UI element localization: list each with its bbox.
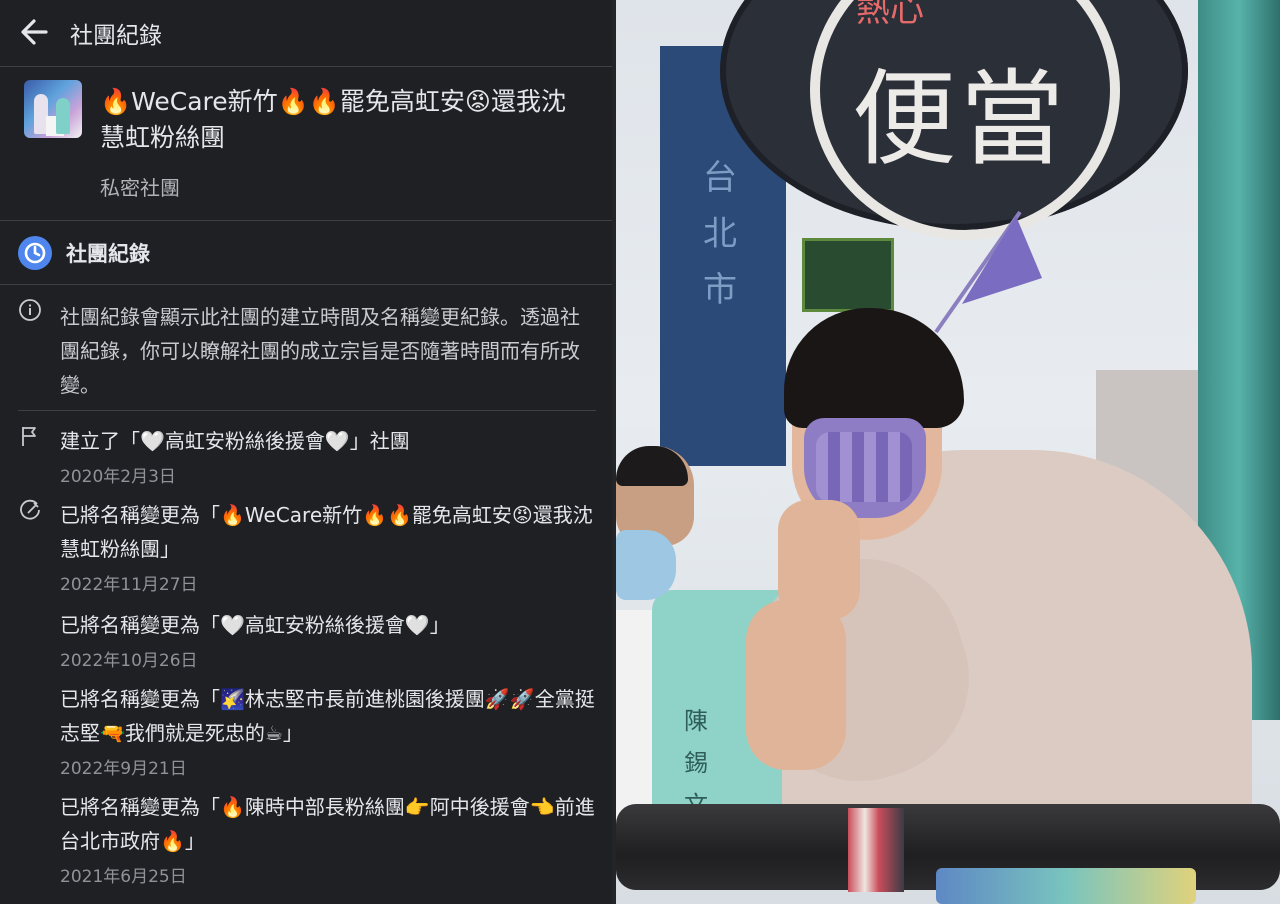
history-entry-date: 2022年9月21日: [60, 759, 187, 779]
woman-hands: [778, 500, 860, 620]
section-header: 社團紀錄: [0, 222, 612, 284]
divider: [0, 284, 612, 285]
section-title: 社團紀錄: [66, 242, 150, 266]
history-entry-date: 2020年2月3日: [60, 467, 176, 487]
back-button[interactable]: [16, 12, 56, 52]
rename-icon: [18, 498, 42, 522]
shop-sign-text: 便當: [852, 58, 1069, 180]
history-entry-text: 建立了「🤍高虹安粉絲後援會🤍」社團: [60, 429, 410, 453]
history-entry-date: 2021年6月25日: [60, 867, 187, 887]
history-entry-text: 已將名稱變更為「🔥陳時中部長粉絲團👉阿中後援會👈前進台北市政府🔥」: [60, 795, 595, 853]
top-bar: 社團紀錄: [0, 0, 612, 66]
street-banner-text: 台北市: [703, 158, 737, 310]
history-entry-text: 已將名稱變更為「🤍高虹安粉絲後援會🤍」: [60, 613, 450, 637]
woman-arm: [746, 600, 846, 770]
history-entry-date: 2022年10月26日: [60, 651, 198, 671]
purple-flag-icon: [934, 210, 1042, 334]
group-avatar[interactable]: [24, 80, 82, 138]
group-header[interactable]: 🔥WeCare新竹🔥🔥罷免高虹安😡還我沈慧虹粉絲團 私密社團: [0, 68, 612, 220]
shop-sign-top-text: 熱心: [856, 0, 924, 30]
divider: [0, 66, 612, 67]
group-history-screen: 社團紀錄 🔥WeCare新竹🔥🔥罷免高虹安😡還我沈慧虹粉絲團 私密社團 社團紀錄…: [0, 0, 612, 904]
page-title: 社團紀錄: [70, 23, 162, 49]
info-description: 社團紀錄會顯示此社團的建立時間及名稱變更紀錄。透過社團紀錄，你可以瞭解社團的成立…: [60, 305, 580, 397]
divider: [0, 220, 612, 221]
mask-pattern: [816, 432, 912, 502]
flag-icon: [18, 424, 42, 448]
led-sign: [802, 238, 894, 312]
campaign-decoration: [936, 868, 1196, 904]
divider: [18, 410, 596, 411]
clock-icon: [18, 236, 52, 270]
face-mask: [616, 530, 676, 600]
history-entry-text: 已將名稱變更為「🔥WeCare新竹🔥🔥罷免高虹安😡還我沈慧虹粉絲團」: [60, 503, 593, 561]
group-name: 🔥WeCare新竹🔥🔥罷免高虹安😡還我沈慧虹粉絲團: [100, 87, 566, 152]
back-arrow-icon: [21, 19, 48, 45]
group-privacy-label: 私密社團: [100, 176, 180, 200]
campaign-photo: 台北市 熱心 便當 陳錫文: [616, 0, 1280, 904]
info-icon: [18, 298, 42, 322]
history-entry-date: 2022年11月27日: [60, 575, 198, 595]
history-entry-text: 已將名稱變更為「🌠林志堅市長前進桃園後援團🚀🚀全黨挺志堅🔫我們就是死忠的☕」: [60, 687, 595, 745]
railing-tape: [848, 808, 904, 892]
